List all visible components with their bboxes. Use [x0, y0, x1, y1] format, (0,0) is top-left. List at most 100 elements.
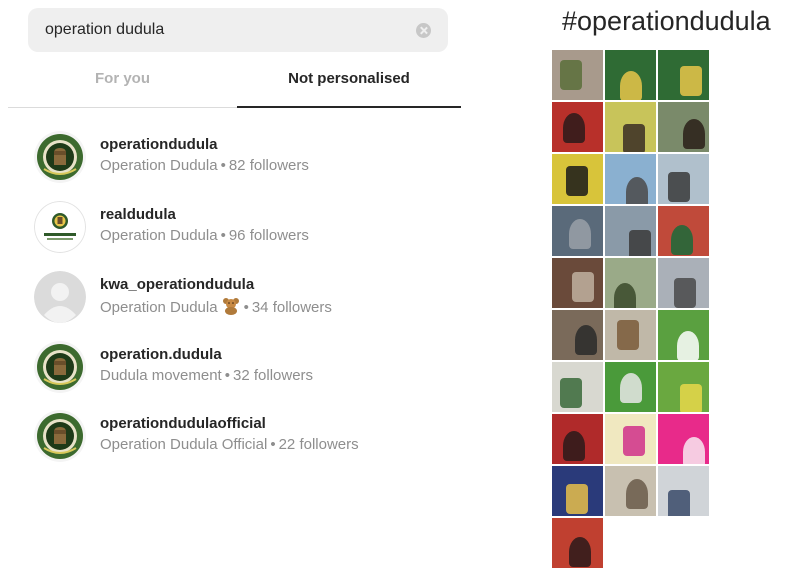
thumbnail-content [626, 479, 648, 509]
result-username: kwa_operationdudula [100, 276, 255, 293]
post-thumbnail[interactable] [552, 102, 603, 152]
clear-search-icon[interactable] [416, 23, 431, 38]
result-followers: 32 followers [233, 367, 314, 384]
post-thumbnail[interactable] [552, 206, 603, 256]
thumbnail-content [563, 431, 585, 461]
avatar [34, 201, 86, 253]
search-tabs: For you Not personalised [8, 62, 461, 108]
thumbnail-content [683, 437, 705, 464]
result-username: operationdudulaofficial [100, 415, 266, 432]
operation-dudula-white-logo-icon [34, 201, 86, 253]
result-full-name: Operation Dudula [100, 299, 218, 316]
post-thumbnail[interactable] [552, 310, 603, 360]
avatar [34, 271, 86, 323]
result-details: Operation Dudula Official • 22 followers [100, 436, 359, 453]
post-thumbnail[interactable] [605, 154, 656, 204]
tab-divider [8, 107, 237, 108]
post-thumbnail[interactable] [605, 466, 656, 516]
post-thumbnail[interactable] [605, 206, 656, 256]
post-thumbnail[interactable] [552, 50, 603, 100]
operation-dudula-logo-icon [34, 131, 86, 183]
thumbnail-content [671, 225, 693, 255]
post-thumbnail[interactable] [605, 258, 656, 308]
result-details: Operation Dudula • 96 followers [100, 227, 309, 244]
thumbnail-content [623, 426, 645, 456]
thumbnail-content [668, 172, 690, 202]
search-input[interactable]: operation dudula [28, 8, 448, 52]
separator-dot: • [270, 436, 276, 453]
post-thumbnail[interactable] [658, 310, 709, 360]
post-thumbnail[interactable] [605, 102, 656, 152]
thumbnail-content [626, 177, 648, 204]
post-thumbnail[interactable] [552, 518, 603, 568]
tab-for-you[interactable]: For you [8, 62, 237, 107]
thumbnail-content [680, 384, 702, 412]
thumbnail-content [614, 283, 636, 308]
avatar [34, 131, 86, 183]
thumbnail-content [668, 490, 690, 516]
result-followers: 34 followers [251, 299, 332, 316]
result-details: Dudula movement • 32 followers [100, 367, 313, 384]
account-result[interactable]: operation.dudula Dudula movement • 32 foll… [34, 341, 454, 397]
post-thumbnail[interactable] [658, 362, 709, 412]
tab-not-personalised[interactable]: Not personalised [237, 62, 461, 107]
thumbnail-content [617, 320, 639, 350]
result-full-name: Operation Dudula Official [100, 436, 268, 453]
thumbnail-content [677, 331, 699, 360]
post-thumbnail[interactable] [605, 50, 656, 100]
avatar [34, 410, 86, 462]
thumbnail-content [566, 484, 588, 514]
thumbnail-content [560, 60, 582, 90]
post-thumbnail[interactable] [552, 362, 603, 412]
post-thumbnail[interactable] [605, 362, 656, 412]
account-result[interactable]: operationdudula Operation Dudula • 82 foll… [34, 131, 454, 187]
post-thumbnail[interactable] [658, 50, 709, 100]
default-profile-icon [34, 271, 86, 323]
thumbnail-content [575, 325, 597, 355]
result-username: operation.dudula [100, 346, 222, 363]
teddy-bear-icon [222, 298, 239, 315]
thumbnail-content [620, 373, 642, 403]
account-result[interactable]: kwa_operationdudula Operation Dudula • 34… [34, 271, 454, 327]
separator-dot: • [220, 157, 226, 174]
result-followers: 96 followers [228, 227, 309, 244]
separator-dot: • [243, 299, 249, 316]
thumbnail-content [566, 166, 588, 196]
thumbnail-content [620, 71, 642, 100]
post-thumbnail[interactable] [552, 414, 603, 464]
post-thumbnail[interactable] [658, 206, 709, 256]
post-thumbnail[interactable] [658, 154, 709, 204]
post-thumbnail[interactable] [605, 310, 656, 360]
post-thumbnail[interactable] [605, 414, 656, 464]
thumbnail-content [623, 124, 645, 152]
separator-dot: • [224, 367, 230, 384]
operation-dudula-logo-icon [34, 410, 86, 462]
thumbnail-content [629, 230, 651, 256]
result-details: Operation Dudula • 34 followers [100, 297, 332, 316]
post-thumbnail[interactable] [552, 154, 603, 204]
result-username: operationdudula [100, 136, 218, 153]
post-thumbnail[interactable] [552, 258, 603, 308]
thumbnail-content [563, 113, 585, 143]
avatar [34, 341, 86, 393]
result-followers: 22 followers [278, 436, 359, 453]
post-thumbnail[interactable] [658, 258, 709, 308]
post-thumbnail[interactable] [658, 466, 709, 516]
account-result[interactable]: operationdudulaofficial Operation Dudula… [34, 410, 454, 466]
separator-dot: • [220, 227, 226, 244]
result-full-name: Operation Dudula [100, 157, 218, 174]
thumbnail-content [560, 378, 582, 408]
post-thumbnail[interactable] [552, 466, 603, 516]
result-followers: 82 followers [228, 157, 309, 174]
thumbnail-content [680, 66, 702, 96]
thumbnail-content [674, 278, 696, 308]
account-result[interactable]: realdudula Operation Dudula • 96 followers [34, 201, 454, 257]
result-full-name: Operation Dudula [100, 227, 218, 244]
thumbnail-content [569, 219, 591, 249]
thumbnail-content [569, 537, 591, 567]
result-full-name: Dudula movement [100, 367, 222, 384]
result-details: Operation Dudula • 82 followers [100, 157, 309, 174]
thumbnail-content [572, 272, 594, 302]
post-thumbnail[interactable] [658, 414, 709, 464]
post-thumbnail[interactable] [658, 102, 709, 152]
